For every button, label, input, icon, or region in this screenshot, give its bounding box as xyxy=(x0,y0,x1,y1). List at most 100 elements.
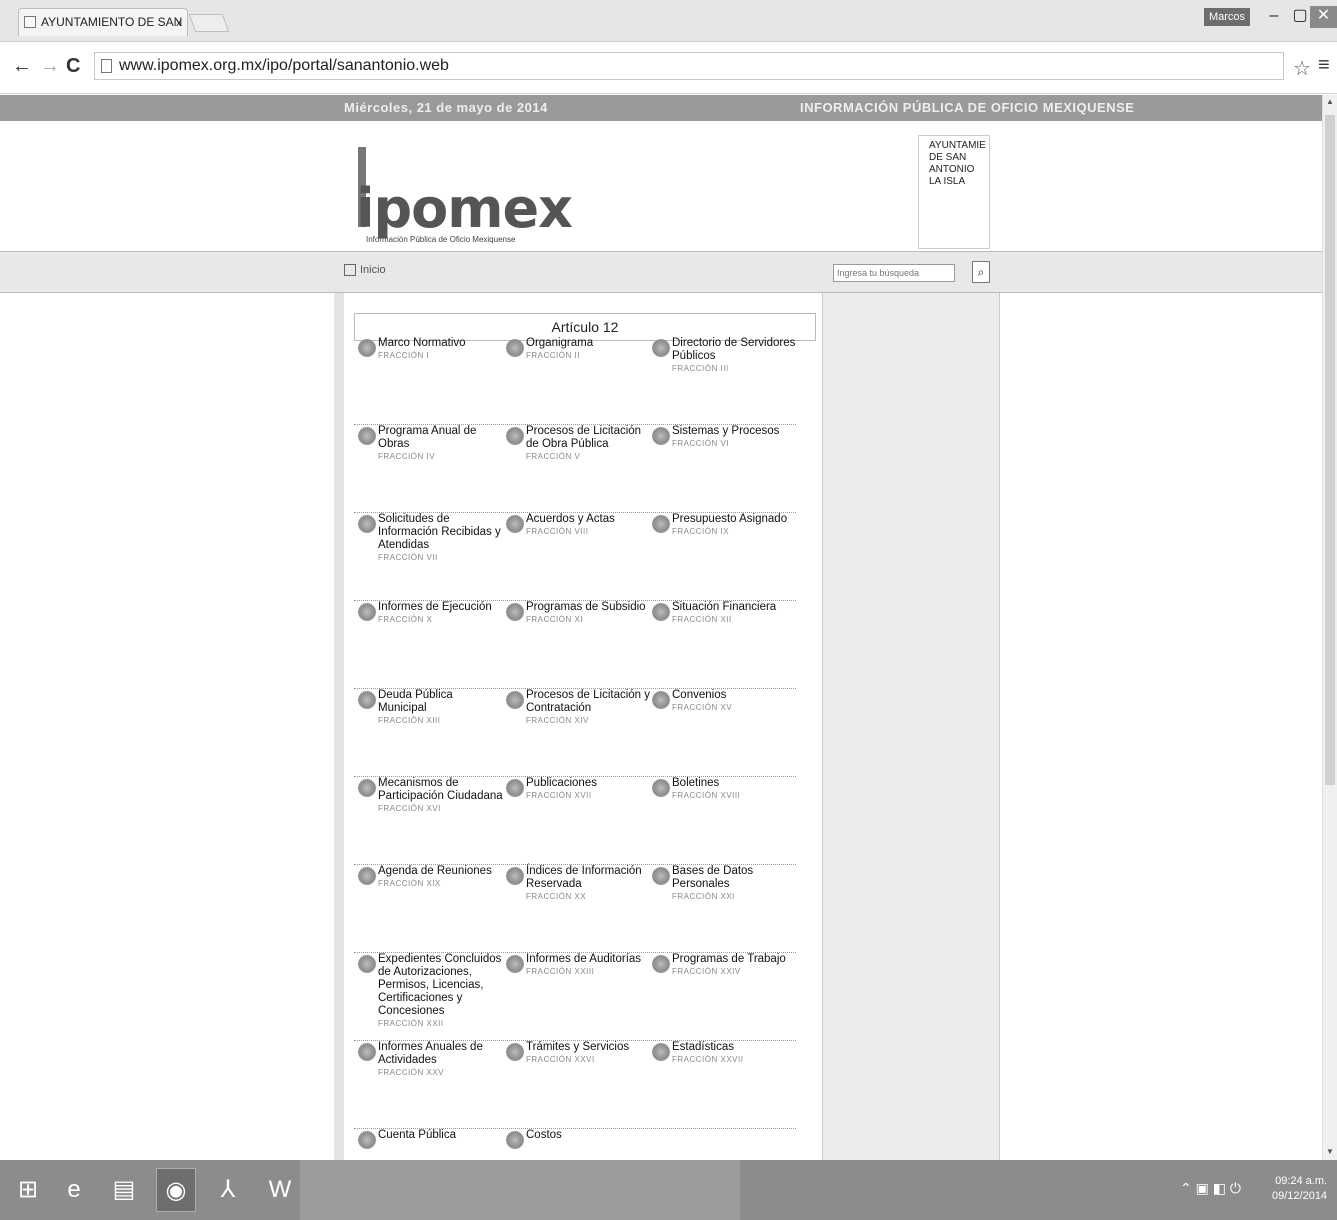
scroll-thumb[interactable] xyxy=(1325,115,1335,785)
internet-explorer-icon[interactable]: e xyxy=(54,1168,94,1212)
seal-icon xyxy=(358,515,376,533)
fraction-label: Programa Anual de Obras xyxy=(378,425,477,450)
fraction-link[interactable]: Cuenta Pública xyxy=(354,1129,504,1149)
fraction-number: FRACCIÓN XIII xyxy=(378,716,441,725)
chrome-icon[interactable]: ◉ xyxy=(156,1168,196,1212)
fraction-link[interactable]: Convenios FRACCIÓN XV xyxy=(648,689,798,712)
search-button[interactable]: ⌕ xyxy=(972,261,990,283)
acrobat-icon[interactable]: ⅄ xyxy=(208,1168,248,1212)
fraction-label: Sistemas y Procesos xyxy=(672,425,780,437)
fraction-label: Deuda Pública Municipal xyxy=(378,689,453,714)
fraction-link[interactable]: Procesos de Licitación y Contratación FRA… xyxy=(502,689,652,725)
word-icon[interactable]: W xyxy=(260,1168,300,1212)
fraction-label: Mecanismos de Participación Ciudadana xyxy=(378,777,503,802)
fraction-link[interactable]: Acuerdos y Actas FRACCIÓN VIII xyxy=(502,513,652,536)
fraction-number: FRACCIÓN X xyxy=(378,615,433,624)
fraction-link[interactable]: Índices de Información Reservada FRACCIÓN… xyxy=(502,865,652,901)
fraction-link[interactable]: Programas de Trabajo FRACCIÓN XXIV xyxy=(648,953,798,976)
back-arrow-icon[interactable]: ← xyxy=(12,56,32,76)
fraction-link[interactable]: Organigrama FRACCIÓN II xyxy=(502,337,652,360)
fraction-number: FRACCIÓN XXVII xyxy=(672,1055,744,1064)
fraction-link[interactable]: Procesos de Licitación de Obra Pública FR… xyxy=(502,425,652,461)
nav-strip: Inicio ⌕ xyxy=(0,251,1322,293)
fraction-number: FRACCIÓN XXV xyxy=(378,1068,445,1077)
fraction-number: FRACCIÓN VIII xyxy=(526,527,589,536)
fraction-number: FRACCIÓN XIX xyxy=(378,879,441,888)
close-tab-icon[interactable]: x xyxy=(176,9,182,35)
page-scrollbar[interactable]: ▲ ▼ xyxy=(1322,95,1337,1160)
minimize-button[interactable]: – xyxy=(1260,6,1288,28)
fraction-link[interactable]: Programa Anual de Obras FRACCIÓN IV xyxy=(354,425,504,461)
new-tab-button[interactable] xyxy=(188,14,230,32)
home-link[interactable]: Inicio xyxy=(344,264,386,277)
seal-icon xyxy=(358,779,376,797)
seal-icon xyxy=(506,1131,524,1149)
fraction-label: Boletines xyxy=(672,777,720,789)
fraction-label: Marco Normativo xyxy=(378,337,466,349)
main-content: Artículo 12 Marco Normativo FRACCIÓN I Org… xyxy=(344,293,822,1160)
system-tray-icons[interactable]: ⌃ ▣ ◧ ⏻ xyxy=(1180,1180,1241,1197)
fraction-link[interactable]: Directorio de Servidores Públicos FRACCIÓ… xyxy=(648,337,798,373)
fraction-label: Expedientes Concluidos de Autorizaciones… xyxy=(378,953,502,1017)
scroll-down-icon[interactable]: ▼ xyxy=(1326,1147,1334,1156)
fraction-row: Deuda Pública Municipal FRACCIÓN XIII Proc… xyxy=(354,689,796,777)
seal-icon xyxy=(358,691,376,709)
bookmark-star-icon[interactable]: ☆ xyxy=(1293,56,1311,81)
seal-icon xyxy=(506,339,524,357)
fraction-row: Programa Anual de Obras FRACCIÓN IV Proces… xyxy=(354,425,796,513)
fraction-number: FRACCIÓN XXII xyxy=(378,1019,444,1028)
fraction-link[interactable]: Expedientes Concluidos de Autorizaciones… xyxy=(354,953,504,1028)
fraction-number: FRACCIÓN XII xyxy=(672,615,732,624)
ipomex-logo[interactable]: ipomex Información Pública de Oficio Mex… xyxy=(356,133,573,253)
fraction-link[interactable]: Informes de Auditorías FRACCIÓN XXIII xyxy=(502,953,652,976)
fraction-link[interactable]: Estadísticas FRACCIÓN XXVII xyxy=(648,1041,798,1064)
fraction-link[interactable]: Situación Financiera FRACCIÓN XII xyxy=(648,601,798,624)
fraction-number: FRACCIÓN XX xyxy=(526,892,587,901)
fraction-link[interactable]: Sistemas y Procesos FRACCIÓN VI xyxy=(648,425,798,448)
fraction-label: Programas de Subsidio xyxy=(526,601,646,613)
fraction-link[interactable]: Informes de Ejecución FRACCIÓN X xyxy=(354,601,504,624)
fraction-number: FRACCIÓN II xyxy=(526,351,580,360)
home-icon xyxy=(344,264,356,277)
close-window-button[interactable]: ✕ xyxy=(1310,6,1337,28)
page-icon xyxy=(24,16,36,28)
forward-arrow-icon[interactable]: → xyxy=(40,56,60,76)
fraction-row: Marco Normativo FRACCIÓN I Organigrama FRAC… xyxy=(354,337,796,425)
fraction-link[interactable]: Trámites y Servicios FRACCIÓN XXVI xyxy=(502,1041,652,1064)
fraction-label: Informes de Auditorías xyxy=(526,953,642,965)
reload-icon[interactable]: C xyxy=(66,56,80,76)
seal-icon xyxy=(506,691,524,709)
fraction-label: Trámites y Servicios xyxy=(526,1041,630,1053)
search-input[interactable] xyxy=(833,264,955,282)
windows-start-icon[interactable]: ⊞ xyxy=(8,1168,48,1212)
portal-name-text: INFORMACIÓN PÚBLICA DE OFICIO MEXIQUENSE xyxy=(800,100,1135,115)
tab-ayuntamiento[interactable]: AYUNTAMIENTO DE SAN x xyxy=(18,8,188,36)
fraction-link[interactable]: Boletines FRACCIÓN XVIII xyxy=(648,777,798,800)
seal-icon xyxy=(358,339,376,357)
clock-date: 09/12/2014 xyxy=(1272,1190,1328,1202)
fraction-link[interactable]: Deuda Pública Municipal FRACCIÓN XIII xyxy=(354,689,504,725)
fraction-label: Costos xyxy=(526,1129,562,1141)
menu-icon[interactable]: ≡ xyxy=(1318,54,1330,77)
fraction-link[interactable]: Programas de Subsidio FRACCIÓN XI xyxy=(502,601,652,624)
fraction-number: FRACCIÓN XXI xyxy=(672,892,735,901)
fraction-link[interactable]: Mecanismos de Participación Ciudadana FRA… xyxy=(354,777,504,813)
fraction-number: FRACCIÓN V xyxy=(526,452,581,461)
fraction-link[interactable]: Informes Anuales de Actividades FRACCIÓN … xyxy=(354,1041,504,1077)
fraction-link[interactable]: Publicaciones FRACCIÓN XVII xyxy=(502,777,652,800)
fraction-link[interactable]: Marco Normativo FRACCIÓN I xyxy=(354,337,504,360)
taskbar-clock[interactable]: 09:24 a.m. 09/12/2014 xyxy=(1272,1174,1327,1204)
fraction-number: FRACCIÓN XV xyxy=(672,703,733,712)
address-bar[interactable]: www.ipomex.org.mx/ipo/portal/sanantonio.… xyxy=(94,52,1284,80)
seal-icon xyxy=(506,779,524,797)
fraction-link[interactable]: Bases de Datos Personales FRACCIÓN XXI xyxy=(648,865,798,901)
fraction-link[interactable]: Solicitudes de Información Recibidas y A… xyxy=(354,513,504,562)
fraction-number: FRACCIÓN III xyxy=(672,364,729,373)
fraction-link[interactable]: Presupuesto Asignado FRACCIÓN IX xyxy=(648,513,798,536)
scroll-up-icon[interactable]: ▲ xyxy=(1326,97,1334,106)
user-profile-badge[interactable]: Marcos xyxy=(1204,8,1250,26)
fraction-label: Organigrama xyxy=(526,337,594,349)
fraction-link[interactable]: Agenda de Reuniones FRACCIÓN XIX xyxy=(354,865,504,888)
file-explorer-icon[interactable]: ▤ xyxy=(104,1168,144,1212)
fraction-link[interactable]: Costos xyxy=(502,1129,652,1149)
